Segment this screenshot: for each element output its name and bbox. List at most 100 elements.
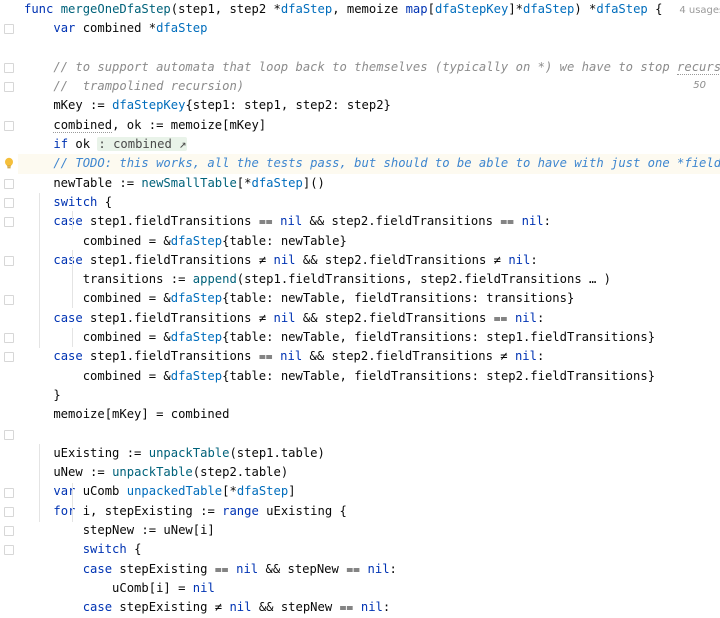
code-token: dfaStep <box>170 291 223 306</box>
fold-toggle-icon[interactable] <box>4 198 14 208</box>
indent-guide <box>39 444 40 522</box>
code-token: [ <box>427 2 435 16</box>
code-token: // to support automata that loop back to… <box>24 59 678 74</box>
code-line[interactable]: case stepExisting ≠ nil && stepNew ⩵ nil… <box>18 598 720 617</box>
code-line[interactable]: combined = &dfaStep{table: newTable, fie… <box>18 328 720 347</box>
code-line[interactable]: var combined *dfaStep <box>18 19 720 38</box>
code-line[interactable]: combined = &dfaStep{table: newTable} <box>18 232 720 251</box>
code-token: func <box>24 2 54 16</box>
code-token: nil <box>192 580 215 595</box>
code-line[interactable]: switch { <box>18 540 720 559</box>
code-token: : combined ↗ <box>97 137 188 152</box>
code-line[interactable]: case step1.fieldTransitions ⩵ nil && ste… <box>18 347 720 366</box>
code-line[interactable]: combined = &dfaStep{table: newTable, fie… <box>18 289 720 308</box>
code-token: nil <box>229 600 252 615</box>
code-line[interactable]: combined = &dfaStep{table: newTable, fie… <box>18 367 720 386</box>
code-line[interactable]: newTable := newSmallTable[*dfaStep]() <box>18 174 720 193</box>
code-token: nil <box>514 310 537 325</box>
code-token: unpackTable <box>112 465 193 480</box>
line-number-marker: 50 <box>693 80 706 92</box>
code-token: case <box>82 600 113 615</box>
fold-toggle-icon[interactable] <box>4 545 14 556</box>
code-token: dfaStep <box>170 233 223 248</box>
fold-toggle-icon[interactable] <box>4 82 14 93</box>
code-token: step1.fieldTransitions ⩵ <box>82 214 281 229</box>
code-line[interactable] <box>18 39 720 58</box>
code-token: dfaStepKey <box>112 98 186 113</box>
code-line[interactable]: // to support automata that loop back to… <box>18 58 720 77</box>
code-token: step1.fieldTransitions ⩵ <box>82 349 281 364</box>
code-token: (step1.table) <box>229 445 325 460</box>
code-token: dfaStep <box>170 368 223 383</box>
code-line[interactable]: var uComb unpackedTable[*dfaStep] <box>18 482 720 501</box>
code-token: step1.fieldTransitions ≠ <box>82 252 274 267</box>
code-line[interactable] <box>18 425 720 444</box>
fold-toggle-icon[interactable] <box>4 178 14 189</box>
code-line[interactable]: stepNew := uNew[i] <box>18 521 720 540</box>
code-line[interactable]: case step1.fieldTransitions ≠ nil && ste… <box>18 251 720 270</box>
code-token: append <box>192 272 237 287</box>
code-token: unpackedTable <box>126 484 223 499</box>
code-token: case <box>82 561 113 576</box>
code-token: , ok := memoize[mKey] <box>112 117 267 132</box>
lightbulb-icon[interactable] <box>3 157 15 171</box>
code-token: dfaStep <box>156 21 208 36</box>
indent-guide <box>72 250 73 289</box>
code-token: uComb <box>75 484 127 499</box>
fold-toggle-icon[interactable] <box>4 333 14 344</box>
code-line[interactable]: combined, ok := memoize[mKey] <box>18 116 720 135</box>
code-line[interactable]: uExisting := unpackTable(step1.table) <box>18 444 720 463</box>
code-line[interactable]: func mergeOneDfaStep(step1, step2 *dfaSt… <box>18 0 720 19</box>
fold-toggle-icon[interactable] <box>4 487 14 498</box>
code-line[interactable]: transitions := append(step1.fieldTransit… <box>18 270 720 289</box>
code-token: (step1.fieldTransitions, step2.fieldTran… <box>236 272 612 287</box>
code-token: map <box>405 2 428 16</box>
code-line[interactable]: mKey := dfaStepKey{step1: step1, step2: … <box>18 96 720 115</box>
fold-toggle-icon[interactable] <box>4 217 14 228</box>
code-token: // TODO: this works, all the tests pass,… <box>24 156 720 171</box>
code-token: combined = & <box>24 330 171 345</box>
fold-toggle-icon[interactable] <box>4 506 14 517</box>
code-token: var <box>53 21 76 36</box>
code-line[interactable]: memoize[mKey] = combined <box>18 405 720 424</box>
code-token: { <box>97 194 113 209</box>
code-token: ]* <box>508 2 523 16</box>
code-token: { <box>647 2 670 16</box>
code-line[interactable]: // TODO: this works, all the tests pass,… <box>18 154 720 174</box>
code-content[interactable]: func mergeOneDfaStep(step1, step2 *dfaSt… <box>18 0 720 618</box>
fold-toggle-icon[interactable] <box>4 255 14 266</box>
code-token: ok <box>68 137 98 152</box>
editor-gutter[interactable] <box>0 0 18 556</box>
fold-toggle-icon[interactable] <box>4 120 14 131</box>
indent-guide <box>72 328 73 347</box>
fold-toggle-icon[interactable] <box>4 24 14 35</box>
code-line[interactable]: case stepExisting ⩵ nil && stepNew ⩵ nil… <box>18 560 720 579</box>
indent-guide <box>72 289 73 308</box>
code-token: nil <box>280 214 303 229</box>
code-line[interactable]: uNew := unpackTable(step2.table) <box>18 463 720 482</box>
code-token: {table: newTable} <box>222 233 347 248</box>
code-line[interactable]: } <box>18 386 720 405</box>
fold-toggle-icon[interactable] <box>4 352 14 363</box>
code-token: ]() <box>302 175 325 190</box>
code-line[interactable]: case step1.fieldTransitions ≠ nil && ste… <box>18 309 720 328</box>
code-token: combined * <box>75 21 157 36</box>
code-token: (step2.table) <box>192 465 289 480</box>
code-editor[interactable]: func mergeOneDfaStep(step1, step2 *dfaSt… <box>0 0 720 614</box>
code-line[interactable]: // trampolined recursion) <box>18 77 720 96</box>
fold-toggle-icon[interactable] <box>4 294 14 305</box>
fold-toggle-icon[interactable] <box>4 62 14 73</box>
code-line[interactable]: uComb[i] = nil <box>18 579 720 598</box>
code-line[interactable]: switch { <box>18 193 720 212</box>
code-token: newSmallTable <box>141 175 237 190</box>
code-line[interactable]: case step1.fieldTransitions ⩵ nil && ste… <box>18 212 720 231</box>
code-line[interactable]: if ok : combined ↗ <box>18 135 720 154</box>
fold-toggle-icon[interactable] <box>4 526 14 537</box>
indent-guide <box>39 193 40 348</box>
fold-toggle-icon[interactable] <box>4 429 14 440</box>
code-token: combined = & <box>24 233 171 248</box>
code-line[interactable]: for i, stepExisting := range uExisting { <box>18 502 720 521</box>
